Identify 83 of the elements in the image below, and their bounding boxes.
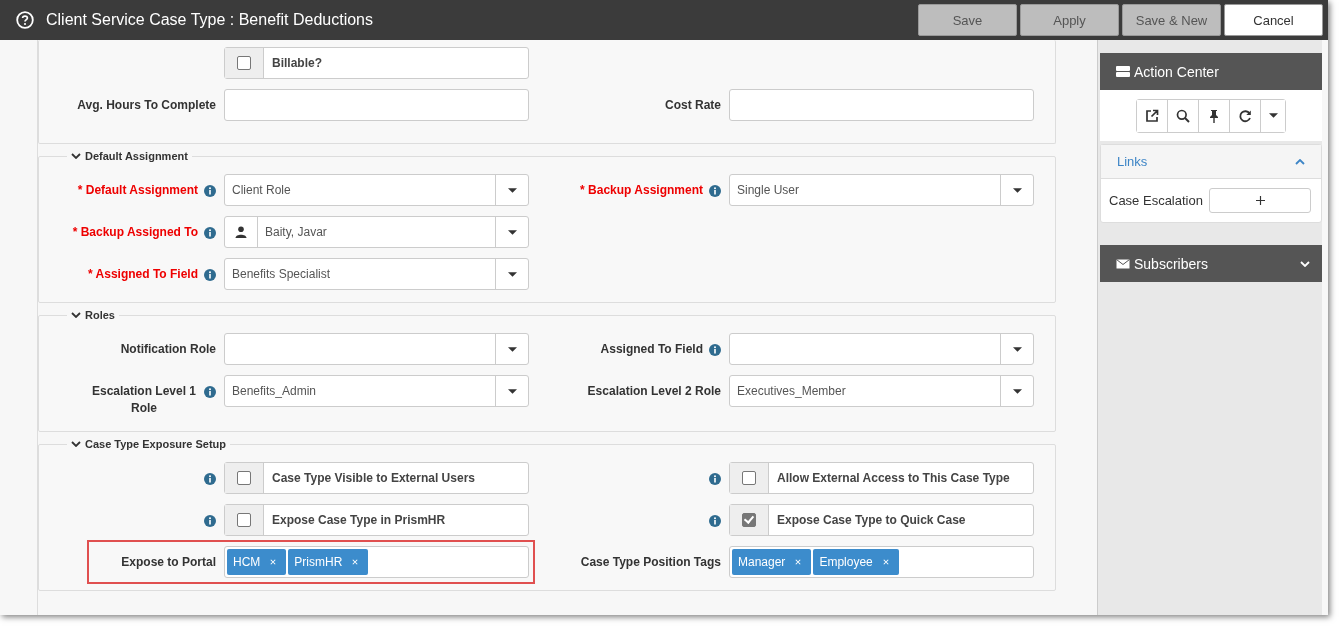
close-icon[interactable] [352,559,359,565]
checkbox[interactable] [237,56,251,70]
text-field[interactable] [729,89,1034,121]
caret-icon [507,229,517,235]
help-icon[interactable] [16,11,34,29]
chevron-down-icon[interactable] [71,441,81,447]
tag-label: Manager [738,555,786,569]
info-icon[interactable] [709,344,721,356]
info-icon[interactable] [709,515,721,527]
checkbox[interactable] [237,513,251,527]
dropdown-field[interactable]: Single User [729,174,1034,206]
field-label: * Default Assignment [77,182,198,199]
field-label: Escalation Level 2 Role [587,383,721,400]
info-icon[interactable] [709,185,721,197]
dropdown-field[interactable]: Client Role [224,174,529,206]
close-icon[interactable] [270,559,277,565]
field-label: Escalation Level 1 Role [90,383,198,417]
checkbox[interactable] [742,513,756,527]
tag-label: PrismHR [294,555,343,569]
caret-icon [507,346,517,352]
panel-title: Subscribers [1134,255,1209,272]
person-icon [235,226,247,238]
panel-title: Action Center [1134,63,1220,80]
chevron-down-icon[interactable] [71,312,81,318]
plus-icon [1255,196,1265,205]
info-icon[interactable] [204,269,216,281]
panel-header[interactable]: Subscribers [1100,245,1322,282]
external-link-icon[interactable] [1137,99,1168,132]
field-label: * Backup Assignment [580,182,703,199]
checkbox-option[interactable]: Expose Case Type to Quick Case [729,504,1034,536]
window-title: Client Service Case Type : Benefit Deductions [46,11,374,29]
field-label: Avg. Hours To Complete [77,97,216,114]
dropdown-field[interactable]: Executives_Member [729,375,1034,407]
toolbar-button[interactable]: Apply [1020,4,1119,36]
dropdown-field[interactable]: Benefits_Admin [224,375,529,407]
server-icon [1116,66,1130,77]
dropdown-field[interactable] [224,333,529,365]
field-label: * Assigned To Field [88,266,198,283]
section-title: Default Assignment [85,150,188,162]
tag-label: Employee [819,555,873,569]
user-dropdown-field[interactable]: Baity, Javar [224,216,529,248]
checkbox-option[interactable]: Allow External Access to This Case Type [729,462,1034,494]
tag-label: HCM [233,555,261,569]
tag-input-field[interactable]: HCM PrismHR [224,546,529,578]
checkbox[interactable] [742,471,756,485]
checkbox-option[interactable]: Expose Case Type in PrismHR [224,504,529,536]
dropdown-field[interactable] [729,333,1034,365]
caret-icon [507,271,517,277]
toolbar-button[interactable]: Cancel [1224,4,1323,36]
info-icon[interactable] [204,185,216,197]
info-icon[interactable] [204,386,216,398]
caret-icon [507,388,517,394]
section-title: Roles [85,309,115,321]
close-icon[interactable] [882,559,889,565]
caret-icon [507,187,517,193]
close-icon[interactable] [795,559,802,565]
checkbox-option[interactable]: Case Type Visible to External Users [224,462,529,494]
text-field[interactable] [224,89,529,121]
toolbar-button[interactable]: Save & New [1122,4,1221,36]
chevron-up-icon[interactable] [1295,158,1305,165]
field-label: Cost Rate [665,97,721,114]
checkbox-option[interactable]: Billable? [224,47,529,79]
checkbox[interactable] [237,471,251,485]
tag-input-field[interactable]: Manager Employee [729,546,1034,578]
section-title: Case Type Exposure Setup [85,438,226,450]
info-icon[interactable] [204,515,216,527]
field-label: Case Type Position Tags [580,554,721,571]
field-label: Expose to Portal [121,554,216,571]
info-icon[interactable] [709,473,721,485]
caret-icon [1268,113,1278,118]
info-icon[interactable] [204,473,216,485]
toolbar-button[interactable]: Save [918,4,1017,36]
caret-icon [1012,187,1022,193]
caret-icon [1012,346,1022,352]
envelope-icon [1116,258,1130,269]
field-label: Assigned To Field [600,341,703,358]
info-icon[interactable] [204,227,216,239]
caret-icon [1012,388,1022,394]
field-label: Notification Role [120,341,216,358]
chevron-down-icon[interactable] [71,153,81,159]
field-label: * Backup Assigned To [72,224,198,241]
dropdown-field[interactable]: Benefits Specialist [224,258,529,290]
link-item[interactable]: Case Escalation [1109,193,1209,208]
